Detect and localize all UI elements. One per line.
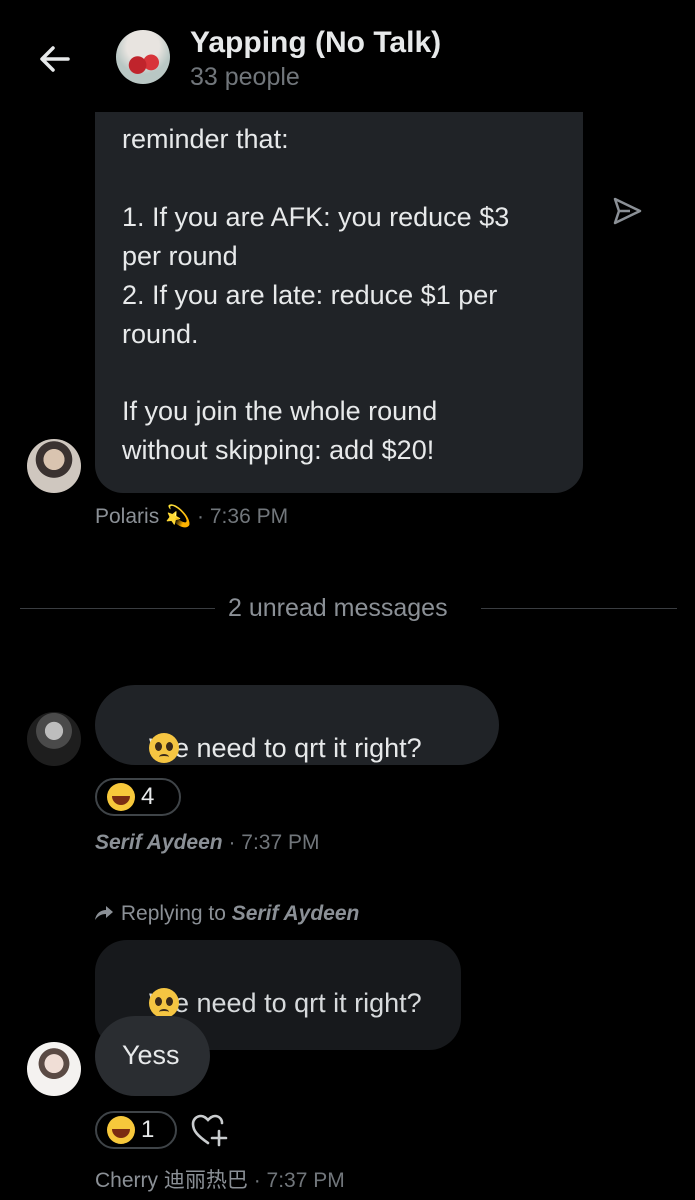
author-name[interactable]: Polaris xyxy=(95,505,159,528)
message-line: round. xyxy=(122,319,199,349)
divider-line xyxy=(481,608,677,609)
message-line: If you join the whole round xyxy=(122,396,438,426)
timestamp: · 7:37 PM xyxy=(228,831,320,854)
message-line: 1. If you are AFK: you reduce $3 xyxy=(122,202,510,232)
chat-header: Yapping (No Talk) 33 people xyxy=(0,0,695,112)
message-bubble-serif[interactable]: We need to qrt it right? xyxy=(95,685,499,765)
message-meta: Polaris 💫 · 7:36 PM xyxy=(95,505,288,529)
timestamp: · 7:36 PM xyxy=(197,505,289,528)
message-meta: Cherry 迪丽热巴 · 7:37 PM xyxy=(95,1164,345,1194)
laughing-face-icon xyxy=(107,1116,135,1144)
reply-indicator: Replying to Serif Aydeen xyxy=(93,902,359,926)
divider-line xyxy=(20,608,215,609)
message-text: Yess xyxy=(122,1040,180,1070)
message-text: We need to qrt it right? xyxy=(149,733,422,763)
member-count[interactable]: 33 people xyxy=(190,63,300,92)
reaction-count: 4 xyxy=(141,783,155,810)
author-name[interactable]: Serif Aydeen xyxy=(95,831,223,854)
add-reaction-icon[interactable] xyxy=(190,1112,230,1148)
message-line: 2. If you are late: reduce $1 per xyxy=(122,280,498,310)
group-title[interactable]: Yapping (No Talk) xyxy=(190,26,441,60)
message-bubble-polaris[interactable]: reminder that: 1. If you are AFK: you re… xyxy=(95,86,583,493)
group-avatar[interactable] xyxy=(116,30,170,84)
share-send-icon[interactable] xyxy=(610,194,644,228)
message-line: reminder that: xyxy=(122,124,289,154)
author-name[interactable]: Cherry 迪丽热巴 xyxy=(95,1169,248,1192)
quoted-text: We need to qrt it right? xyxy=(149,988,422,1018)
message-line: per round xyxy=(122,241,238,271)
pleading-face-icon xyxy=(149,988,179,1018)
message-line: without skipping: add $20! xyxy=(122,435,435,465)
author-emoji: 💫 xyxy=(165,505,192,528)
pleading-face-icon xyxy=(149,733,179,763)
reaction-laughing[interactable]: 1 xyxy=(95,1111,177,1149)
reaction-count: 1 xyxy=(141,1116,155,1143)
message-bubble-cherry[interactable]: Yess xyxy=(95,1016,210,1096)
message-meta: Serif Aydeen · 7:37 PM xyxy=(95,831,320,855)
reply-arrow-icon xyxy=(95,906,113,920)
timestamp: · 7:37 PM xyxy=(253,1169,345,1192)
unread-divider: 2 unread messages xyxy=(228,594,448,622)
avatar[interactable] xyxy=(27,439,81,493)
avatar[interactable] xyxy=(27,712,81,766)
reaction-laughing[interactable]: 4 xyxy=(95,778,181,816)
reply-target-name[interactable]: Serif Aydeen xyxy=(232,902,360,925)
back-arrow-icon[interactable] xyxy=(34,38,76,80)
avatar[interactable] xyxy=(27,1042,81,1096)
reply-prefix: Replying to xyxy=(120,902,226,925)
laughing-face-icon xyxy=(107,783,135,811)
